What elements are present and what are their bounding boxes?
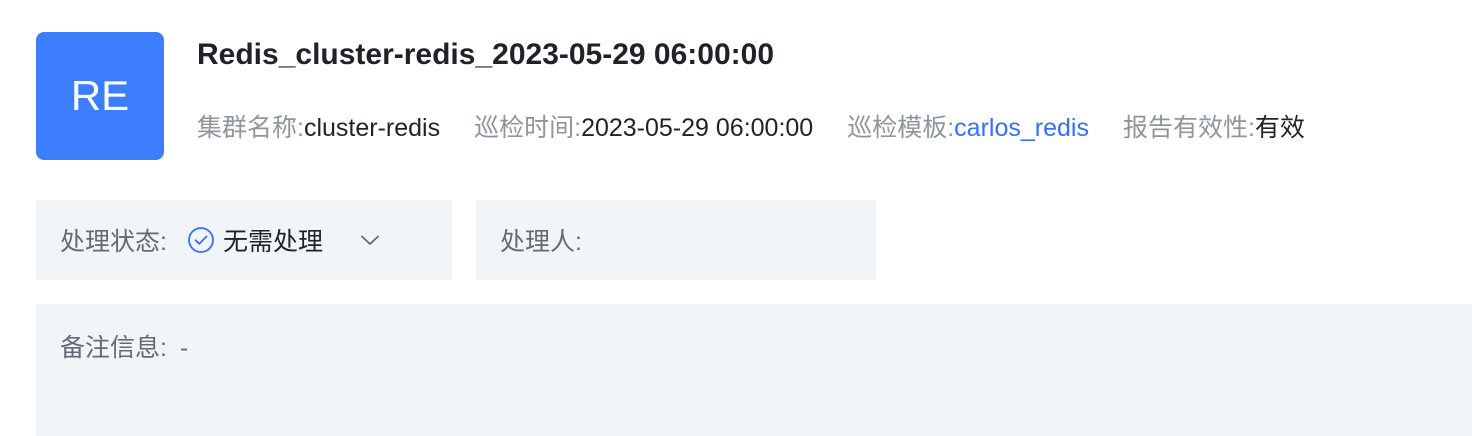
validity-value: 有效 — [1254, 114, 1305, 142]
status-panel: 处理状态: 无需处理 — [36, 200, 452, 280]
status-value: 无需处理 — [222, 228, 323, 256]
handler-panel: 处理人: — [476, 200, 876, 280]
status-label: 处理状态: — [60, 228, 167, 256]
time-label: 巡检时间: — [474, 114, 582, 142]
remark-panel: 备注信息: - — [36, 304, 1472, 436]
status-select[interactable]: 无需处理 — [187, 222, 381, 258]
meta-template: 巡检模板: carlos_redis — [847, 108, 1089, 144]
remark-value: - — [179, 334, 189, 362]
status-row: 处理状态: 无需处理 — [60, 200, 381, 280]
handler-row: 处理人: — [500, 200, 588, 280]
remark-row: 备注信息: - — [60, 328, 188, 364]
page-title: Redis_cluster-redis_2023-05-29 06:00:00 — [197, 38, 775, 71]
check-circle-icon — [187, 226, 215, 254]
meta-time: 巡检时间: 2023-05-29 06:00:00 — [474, 108, 813, 144]
chevron-down-icon[interactable] — [359, 229, 381, 251]
meta-cluster: 集群名称: cluster-redis — [197, 108, 440, 144]
time-value: 2023-05-29 06:00:00 — [581, 114, 814, 142]
avatar: RE — [36, 32, 164, 160]
validity-label: 报告有效性: — [1122, 114, 1255, 142]
handler-label: 处理人: — [500, 228, 582, 256]
avatar-text: RE — [70, 72, 130, 119]
inspection-report-header: RE Redis_cluster-redis_2023-05-29 06:00:… — [0, 0, 1472, 436]
cluster-value: cluster-redis — [303, 114, 441, 142]
cluster-label: 集群名称: — [197, 114, 304, 142]
remark-label: 备注信息: — [60, 334, 167, 362]
report-meta: 集群名称: cluster-redis 巡检时间: 2023-05-29 06:… — [197, 108, 1305, 144]
template-label: 巡检模板: — [847, 114, 955, 142]
meta-validity: 报告有效性: 有效 — [1123, 108, 1305, 144]
template-link[interactable]: carlos_redis — [954, 114, 1089, 143]
